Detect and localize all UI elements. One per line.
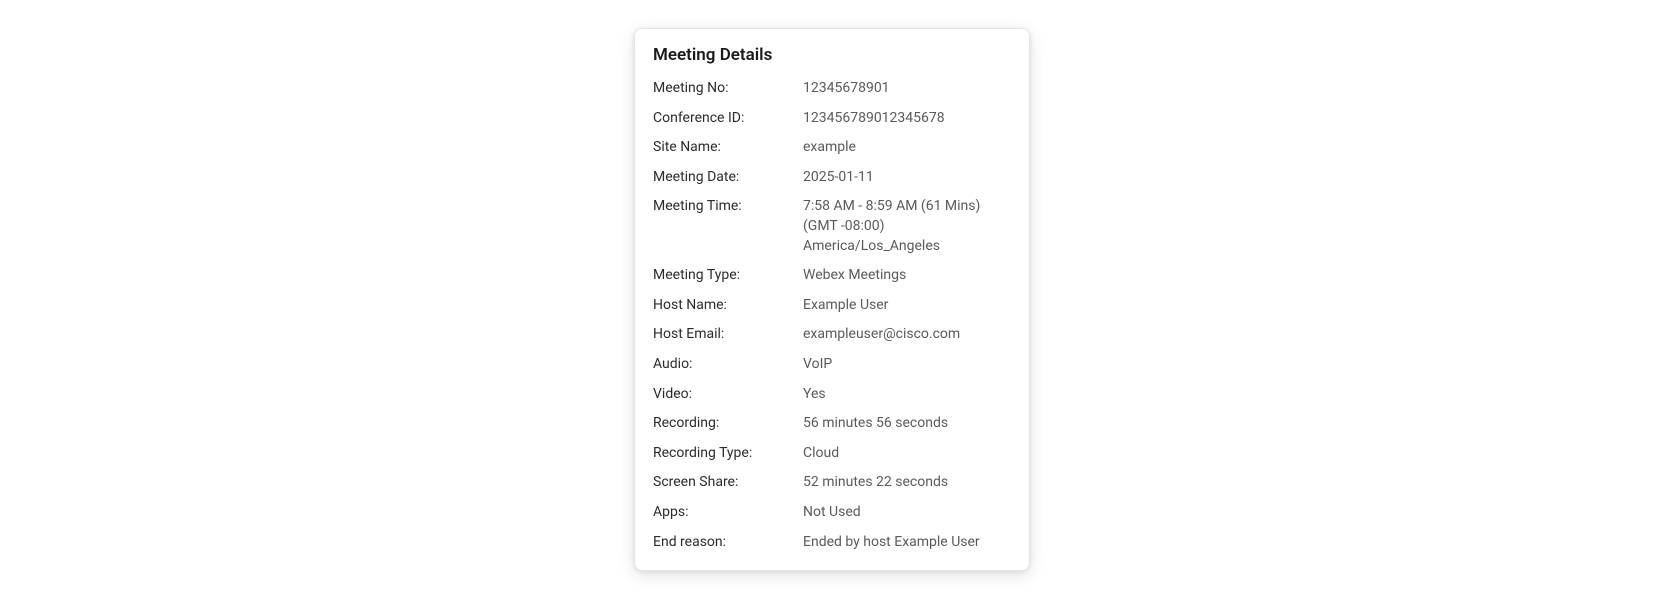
detail-label: Conference ID: (653, 109, 803, 129)
detail-value: exampleuser@cisco.com (803, 325, 1011, 345)
detail-row: Video: Yes (653, 385, 1011, 405)
detail-label: Host Name: (653, 296, 803, 316)
detail-row: Host Name: Example User (653, 296, 1011, 316)
detail-row: Meeting Time: 7:58 AM - 8:59 AM (61 Mins… (653, 197, 1011, 256)
detail-label: End reason: (653, 533, 803, 553)
detail-value: Webex Meetings (803, 266, 1011, 286)
detail-value: Not Used (803, 503, 1011, 523)
detail-label: Meeting Type: (653, 266, 803, 286)
detail-label: Screen Share: (653, 473, 803, 493)
detail-row: Meeting Type: Webex Meetings (653, 266, 1011, 286)
detail-value: example (803, 138, 1011, 158)
detail-label: Meeting Time: (653, 197, 803, 217)
detail-label: Meeting No: (653, 79, 803, 99)
detail-row: Screen Share: 52 minutes 22 seconds (653, 473, 1011, 493)
detail-value: 123456789012345678 (803, 109, 1011, 129)
meeting-details-card: Meeting Details Meeting No: 12345678901 … (634, 28, 1030, 571)
detail-row: Site Name: example (653, 138, 1011, 158)
detail-row: Audio: VoIP (653, 355, 1011, 375)
detail-value: Yes (803, 385, 1011, 405)
detail-value: Cloud (803, 444, 1011, 464)
detail-value: Ended by host Example User (803, 533, 1011, 553)
detail-label: Meeting Date: (653, 168, 803, 188)
detail-row: Recording: 56 minutes 56 seconds (653, 414, 1011, 434)
detail-row: Meeting No: 12345678901 (653, 79, 1011, 99)
detail-value: VoIP (803, 355, 1011, 375)
detail-label: Apps: (653, 503, 803, 523)
detail-value: 56 minutes 56 seconds (803, 414, 1011, 434)
detail-label: Video: (653, 385, 803, 405)
detail-row: Recording Type: Cloud (653, 444, 1011, 464)
detail-row: End reason: Ended by host Example User (653, 533, 1011, 553)
detail-label: Audio: (653, 355, 803, 375)
detail-label: Recording Type: (653, 444, 803, 464)
detail-value: Example User (803, 296, 1011, 316)
detail-value: 12345678901 (803, 79, 1011, 99)
detail-label: Recording: (653, 414, 803, 434)
detail-value: 52 minutes 22 seconds (803, 473, 1011, 493)
detail-value: 2025-01-11 (803, 168, 1011, 188)
detail-row: Host Email: exampleuser@cisco.com (653, 325, 1011, 345)
detail-label: Host Email: (653, 325, 803, 345)
detail-row: Apps: Not Used (653, 503, 1011, 523)
detail-row: Meeting Date: 2025-01-11 (653, 168, 1011, 188)
detail-value: 7:58 AM - 8:59 AM (61 Mins) (GMT -08:00)… (803, 197, 1011, 256)
card-title: Meeting Details (653, 45, 1011, 65)
detail-row: Conference ID: 123456789012345678 (653, 109, 1011, 129)
detail-label: Site Name: (653, 138, 803, 158)
